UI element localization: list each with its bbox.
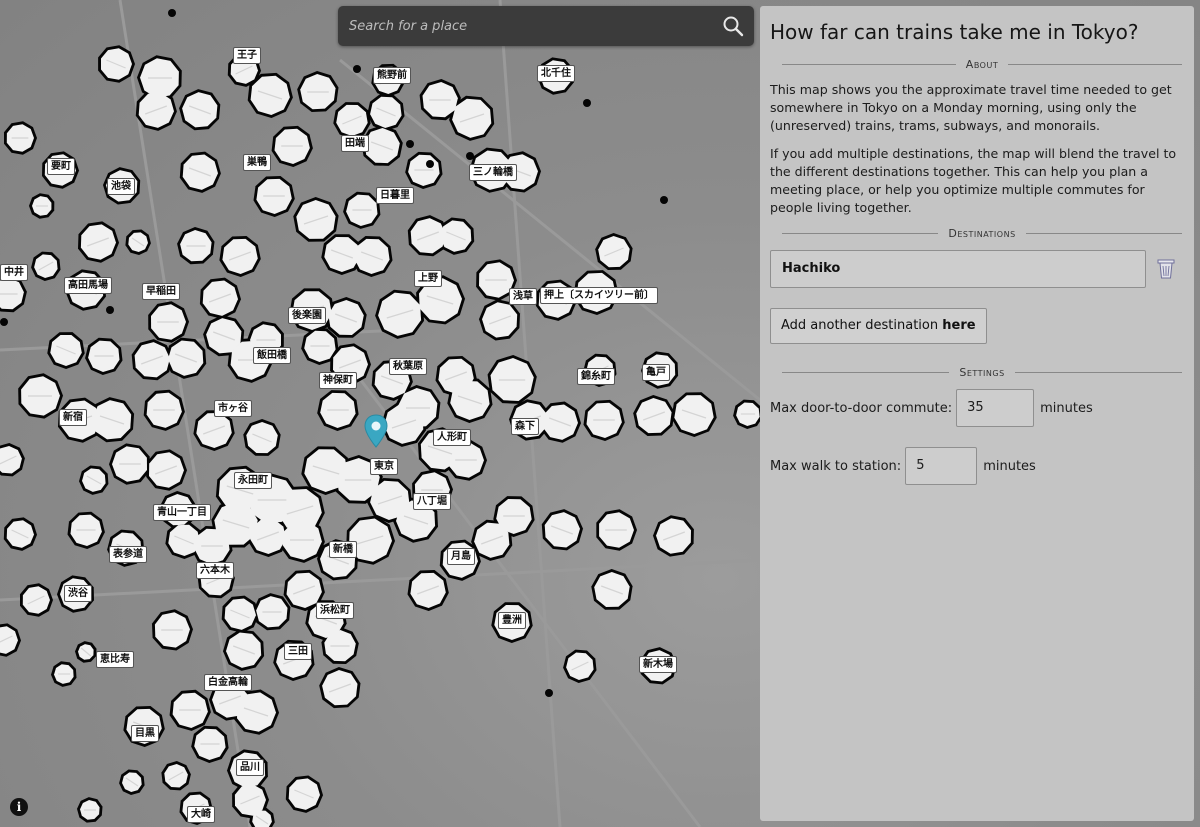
commute-setting: Max door-to-door commute: 35 minutes [770, 389, 1184, 427]
station-label: 浜松町 [316, 602, 354, 619]
station-dot [583, 99, 591, 107]
about-paragraph-1: This map shows you the approximate trave… [770, 82, 1172, 133]
station-label: 渋谷 [64, 585, 92, 602]
search-icon[interactable] [722, 15, 744, 37]
station-label: 押上〔スカイツリー前〕 [540, 287, 658, 304]
station-label: 飯田橋 [253, 347, 291, 364]
station-dot [660, 196, 668, 204]
walk-setting: Max walk to station: 5 minutes [770, 447, 1184, 485]
station-label: 表参道 [109, 546, 147, 563]
about-section-heading: About [782, 58, 1182, 71]
station-label: 新宿 [59, 409, 87, 426]
station-label: 目黒 [131, 725, 159, 742]
station-label: 永田町 [234, 472, 272, 489]
station-label: 要町 [47, 158, 75, 175]
station-label: 高田馬場 [64, 277, 112, 294]
station-label: 品川 [236, 759, 264, 776]
station-dot [0, 318, 8, 326]
station-label: 豊洲 [498, 612, 526, 629]
page-title: How far can trains take me in Tokyo? [770, 20, 1139, 44]
station-label: 六本木 [196, 562, 234, 579]
station-dot [106, 306, 114, 314]
station-label: 白金高輪 [204, 674, 252, 691]
side-panel: How far can trains take me in Tokyo? Abo… [760, 6, 1194, 821]
station-dot [466, 152, 474, 160]
info-icon[interactable]: i [10, 798, 28, 816]
station-label: 人形町 [433, 429, 471, 446]
station-dot [168, 9, 176, 17]
station-label: 月島 [447, 548, 475, 565]
station-label: 中井 [0, 264, 28, 281]
destination-marker-icon[interactable] [364, 414, 388, 448]
station-label: 市ヶ谷 [214, 400, 252, 417]
station-label: 巣鴨 [243, 154, 271, 171]
station-label: 王子 [233, 47, 261, 64]
destination-input[interactable]: Hachiko [770, 250, 1146, 288]
station-label: 秋葉原 [389, 358, 427, 375]
station-label: 池袋 [107, 178, 135, 195]
station-label: 新木場 [639, 656, 677, 673]
add-destination-button[interactable]: Add another destination here [770, 308, 987, 344]
station-label: 神保町 [319, 372, 357, 389]
station-dot [545, 689, 553, 697]
station-label: 八丁堀 [413, 493, 451, 510]
station-label: 三田 [284, 643, 312, 660]
station-label: 浅草 [509, 288, 537, 305]
walk-input[interactable]: 5 [905, 447, 978, 485]
station-label: 熊野前 [373, 67, 411, 84]
station-dot [406, 140, 414, 148]
station-label: 亀戸 [642, 364, 670, 381]
station-label: 新橋 [329, 541, 357, 558]
settings-section-heading: Settings [782, 366, 1182, 379]
search-bar[interactable] [338, 6, 754, 46]
destination-row: Hachiko [770, 250, 1184, 290]
commute-unit: minutes [1040, 400, 1093, 416]
station-label: 青山一丁目 [153, 504, 211, 521]
station-label: 森下 [511, 418, 539, 435]
road [0, 558, 760, 602]
station-label: 恵比寿 [96, 651, 134, 668]
station-label: 錦糸町 [577, 368, 615, 385]
station-label: 三ノ輪橋 [469, 164, 517, 181]
station-label: 北千住 [537, 65, 575, 82]
station-label: 早稲田 [142, 283, 180, 300]
station-label: 後楽園 [288, 307, 326, 324]
about-paragraph-2: If you add multiple destinations, the ma… [770, 146, 1177, 215]
walk-unit: minutes [983, 458, 1036, 474]
station-label: 東京 [370, 458, 398, 475]
station-dot [353, 65, 361, 73]
station-label: 上野 [414, 270, 442, 287]
station-label: 田端 [341, 135, 369, 152]
commute-input[interactable]: 35 [956, 389, 1035, 427]
station-label: 日暮里 [376, 187, 414, 204]
add-destination-link[interactable]: here [942, 318, 975, 333]
commute-label: Max door-to-door commute: [770, 400, 953, 416]
station-label: 大崎 [187, 806, 215, 823]
trash-icon[interactable] [1156, 258, 1176, 280]
walk-label: Max walk to station: [770, 458, 902, 474]
station-dot [426, 160, 434, 168]
destinations-section-heading: Destinations [782, 227, 1182, 240]
search-input[interactable] [338, 6, 708, 46]
